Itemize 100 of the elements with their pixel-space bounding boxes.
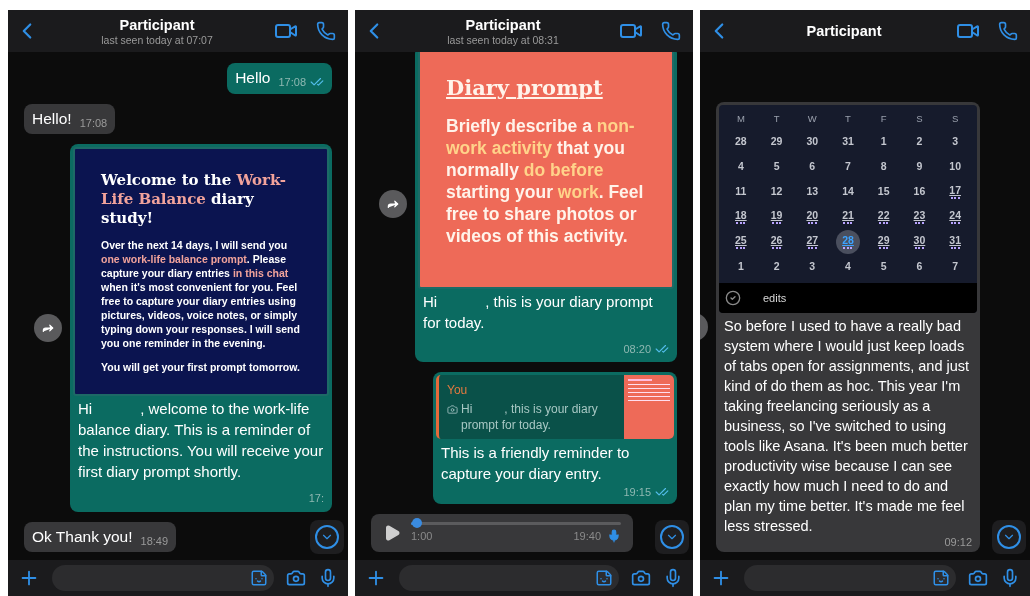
calendar-day[interactable]: 26 bbox=[764, 229, 789, 254]
quote-text: Hi , this is your diary prompt for today. bbox=[461, 401, 599, 433]
card-paragraph: You will get your first prompt tomorrow. bbox=[101, 360, 301, 374]
calendar-day[interactable]: 30 bbox=[907, 229, 932, 254]
calendar-day[interactable]: 14 bbox=[836, 179, 860, 204]
calendar-day[interactable]: 31 bbox=[836, 129, 860, 154]
calendar-day[interactable]: 6 bbox=[800, 154, 825, 179]
message-input[interactable] bbox=[399, 565, 619, 591]
calendar-day[interactable]: 17 bbox=[943, 179, 968, 204]
calendar-day[interactable]: 18 bbox=[728, 204, 753, 229]
calendar-day[interactable]: 20 bbox=[800, 204, 825, 229]
calendar-day[interactable]: 25 bbox=[728, 229, 753, 254]
weekday-label: T bbox=[772, 111, 781, 126]
calendar-day[interactable]: 30 bbox=[800, 129, 825, 154]
calendar-day[interactable]: 12 bbox=[764, 179, 789, 204]
calendar-day[interactable]: 10 bbox=[943, 154, 968, 179]
calendar-day[interactable]: 1 bbox=[728, 254, 753, 279]
calendar-day[interactable]: 19 bbox=[764, 204, 789, 229]
forward-button[interactable] bbox=[34, 313, 62, 342]
message-text: Hello! bbox=[32, 109, 72, 127]
last-seen-status: last seen today at 08:31 bbox=[447, 33, 559, 47]
calendar-day[interactable]: 23 bbox=[907, 204, 932, 229]
camera-icon[interactable] bbox=[286, 568, 306, 588]
scroll-down-button[interactable] bbox=[992, 520, 1026, 554]
sticker-icon[interactable] bbox=[595, 569, 613, 587]
message-text: Ok Thank you! bbox=[32, 527, 133, 545]
contact-name[interactable]: Participant bbox=[806, 22, 882, 40]
calendar-day[interactable]: 7 bbox=[836, 154, 860, 179]
calendar-day[interactable]: 21 bbox=[836, 204, 860, 229]
quote-author: You bbox=[447, 382, 469, 399]
quoted-message[interactable]: You Hi , this is your diary prompt for today. bbox=[436, 375, 674, 439]
message-input[interactable] bbox=[52, 565, 274, 591]
message-time: 17:08 bbox=[278, 75, 306, 90]
scroll-down-button[interactable] bbox=[310, 520, 344, 554]
contact-name[interactable]: Participant bbox=[465, 15, 541, 34]
calendar-day[interactable]: 27 bbox=[800, 229, 825, 254]
message-text: So before I used to have a really bad system where I would just keep loads of tabs open for assignments, and just kind of do them as hoc. This year I'm taking freelancing seriously as a business, so I've switched to using tools like Asana. It's been much better productivity wise because I can see exactly how much I need to do and plan my time better. It's made me feel less stressed. bbox=[724, 317, 971, 536]
microphone-icon bbox=[607, 528, 621, 543]
audio-thumb[interactable] bbox=[412, 518, 423, 528]
calendar-day[interactable]: 7 bbox=[943, 254, 968, 279]
calendar-day[interactable]: 22 bbox=[871, 204, 896, 229]
contact-name[interactable]: Participant bbox=[119, 15, 195, 34]
calendar-day[interactable]: 29 bbox=[871, 229, 896, 254]
microphone-icon[interactable] bbox=[1000, 568, 1020, 588]
phone-icon[interactable] bbox=[316, 21, 336, 41]
message-input[interactable] bbox=[744, 565, 956, 591]
message-time: 19:40 bbox=[573, 528, 601, 544]
calendar-day[interactable]: 3 bbox=[800, 254, 825, 279]
scroll-down-button[interactable] bbox=[655, 520, 689, 554]
calendar-day[interactable]: 1 bbox=[871, 129, 896, 154]
message-time: 09:12 bbox=[944, 536, 972, 549]
message-time: 17:08 bbox=[79, 115, 108, 131]
card-paragraph: Briefly describe a non-work activity that you normally do before starting your work. Feel free to share photos or videos of this activity. bbox=[446, 114, 645, 247]
message-text: This is a friendly reminder to capture your diary entry. bbox=[441, 443, 631, 484]
calendar-day[interactable]: 4 bbox=[836, 254, 860, 279]
image-thumbnail bbox=[624, 375, 674, 439]
calendar-day[interactable]: 2 bbox=[907, 129, 932, 154]
voice-duration: 1:00 bbox=[411, 528, 433, 544]
message-text: Hello bbox=[235, 69, 271, 86]
phone-icon[interactable] bbox=[998, 21, 1018, 41]
calendar-day[interactable]: 3 bbox=[943, 129, 968, 154]
weekday-label: S bbox=[915, 111, 924, 126]
last-seen-status: last seen today at 07:07 bbox=[101, 33, 213, 47]
calendar-day[interactable]: 8 bbox=[871, 154, 896, 179]
calendar-day[interactable]: 11 bbox=[728, 179, 753, 204]
microphone-icon[interactable] bbox=[663, 568, 683, 588]
play-icon[interactable] bbox=[383, 523, 401, 542]
camera-icon[interactable] bbox=[968, 568, 988, 588]
calendar-day[interactable]: 29 bbox=[764, 129, 789, 154]
audio-track[interactable] bbox=[411, 521, 621, 525]
weekday-label: F bbox=[879, 111, 888, 126]
sticker-icon[interactable] bbox=[932, 569, 950, 587]
calendar-day[interactable]: 2 bbox=[764, 254, 789, 279]
camera-icon[interactable] bbox=[631, 568, 651, 588]
message-time: 18:49 bbox=[140, 533, 169, 549]
calendar-day[interactable]: 13 bbox=[800, 179, 825, 204]
camera-icon bbox=[447, 404, 458, 415]
forward-button[interactable] bbox=[379, 189, 407, 218]
microphone-icon[interactable] bbox=[318, 568, 338, 588]
message-text: Hi , welcome to the work-life balance diary. This is a reminder of the instructions. You will receive your first diary prompt shortly. bbox=[78, 399, 324, 482]
weekday-label: S bbox=[950, 111, 960, 126]
weekday-label: W bbox=[806, 111, 818, 126]
calendar-day[interactable]: 24 bbox=[943, 204, 968, 229]
calendar-day[interactable]: 28 bbox=[728, 129, 753, 154]
weekday-label: M bbox=[735, 111, 746, 126]
calendar-day[interactable]: 6 bbox=[907, 254, 932, 279]
calendar-day[interactable]: 5 bbox=[764, 154, 789, 179]
calendar-day[interactable]: 5 bbox=[871, 254, 896, 279]
checked-circle-icon[interactable] bbox=[725, 290, 741, 306]
message-time: 19:15 bbox=[623, 485, 651, 500]
calendar-day[interactable]: 4 bbox=[728, 154, 753, 179]
calendar-day[interactable]: 15 bbox=[871, 179, 896, 204]
sticker-icon[interactable] bbox=[250, 569, 268, 587]
calendar-day[interactable]: 9 bbox=[907, 154, 932, 179]
phone-icon[interactable] bbox=[661, 21, 681, 41]
card-title: Welcome to the Work-Life Balance diary study! bbox=[101, 171, 287, 228]
message-time: 08:20 bbox=[623, 341, 651, 357]
calendar-day[interactable]: 16 bbox=[907, 179, 932, 204]
calendar-day[interactable]: 31 bbox=[943, 229, 968, 254]
message-text: Hi , this is your diary prompt for today. bbox=[423, 291, 654, 333]
